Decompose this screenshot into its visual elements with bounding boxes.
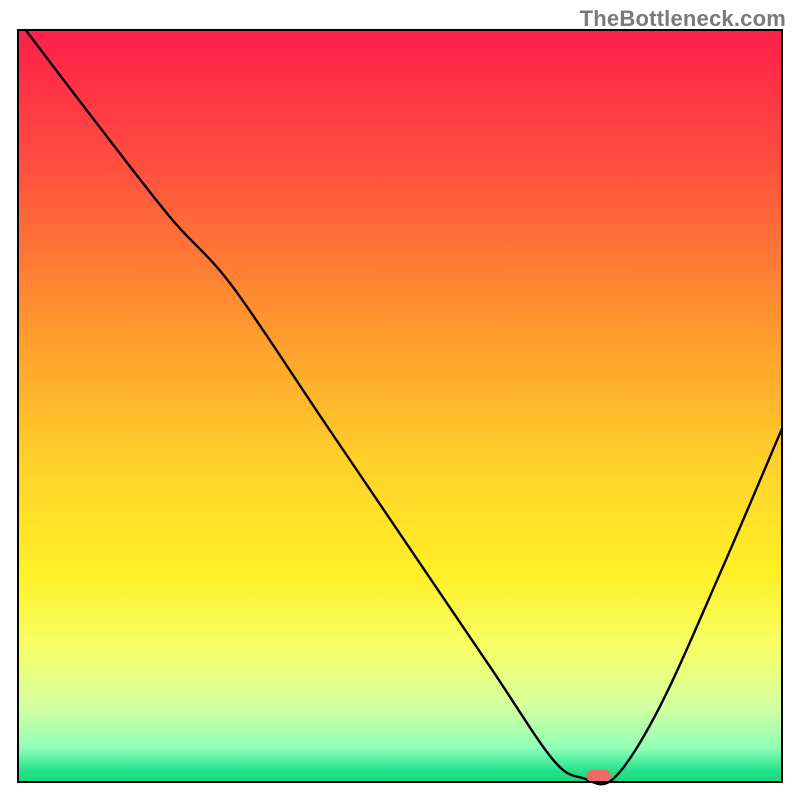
- chart-container: TheBottleneck.com: [0, 0, 800, 800]
- plot-background: [18, 30, 782, 782]
- bottleneck-chart-svg: [0, 0, 800, 800]
- optimal-marker: [586, 770, 610, 782]
